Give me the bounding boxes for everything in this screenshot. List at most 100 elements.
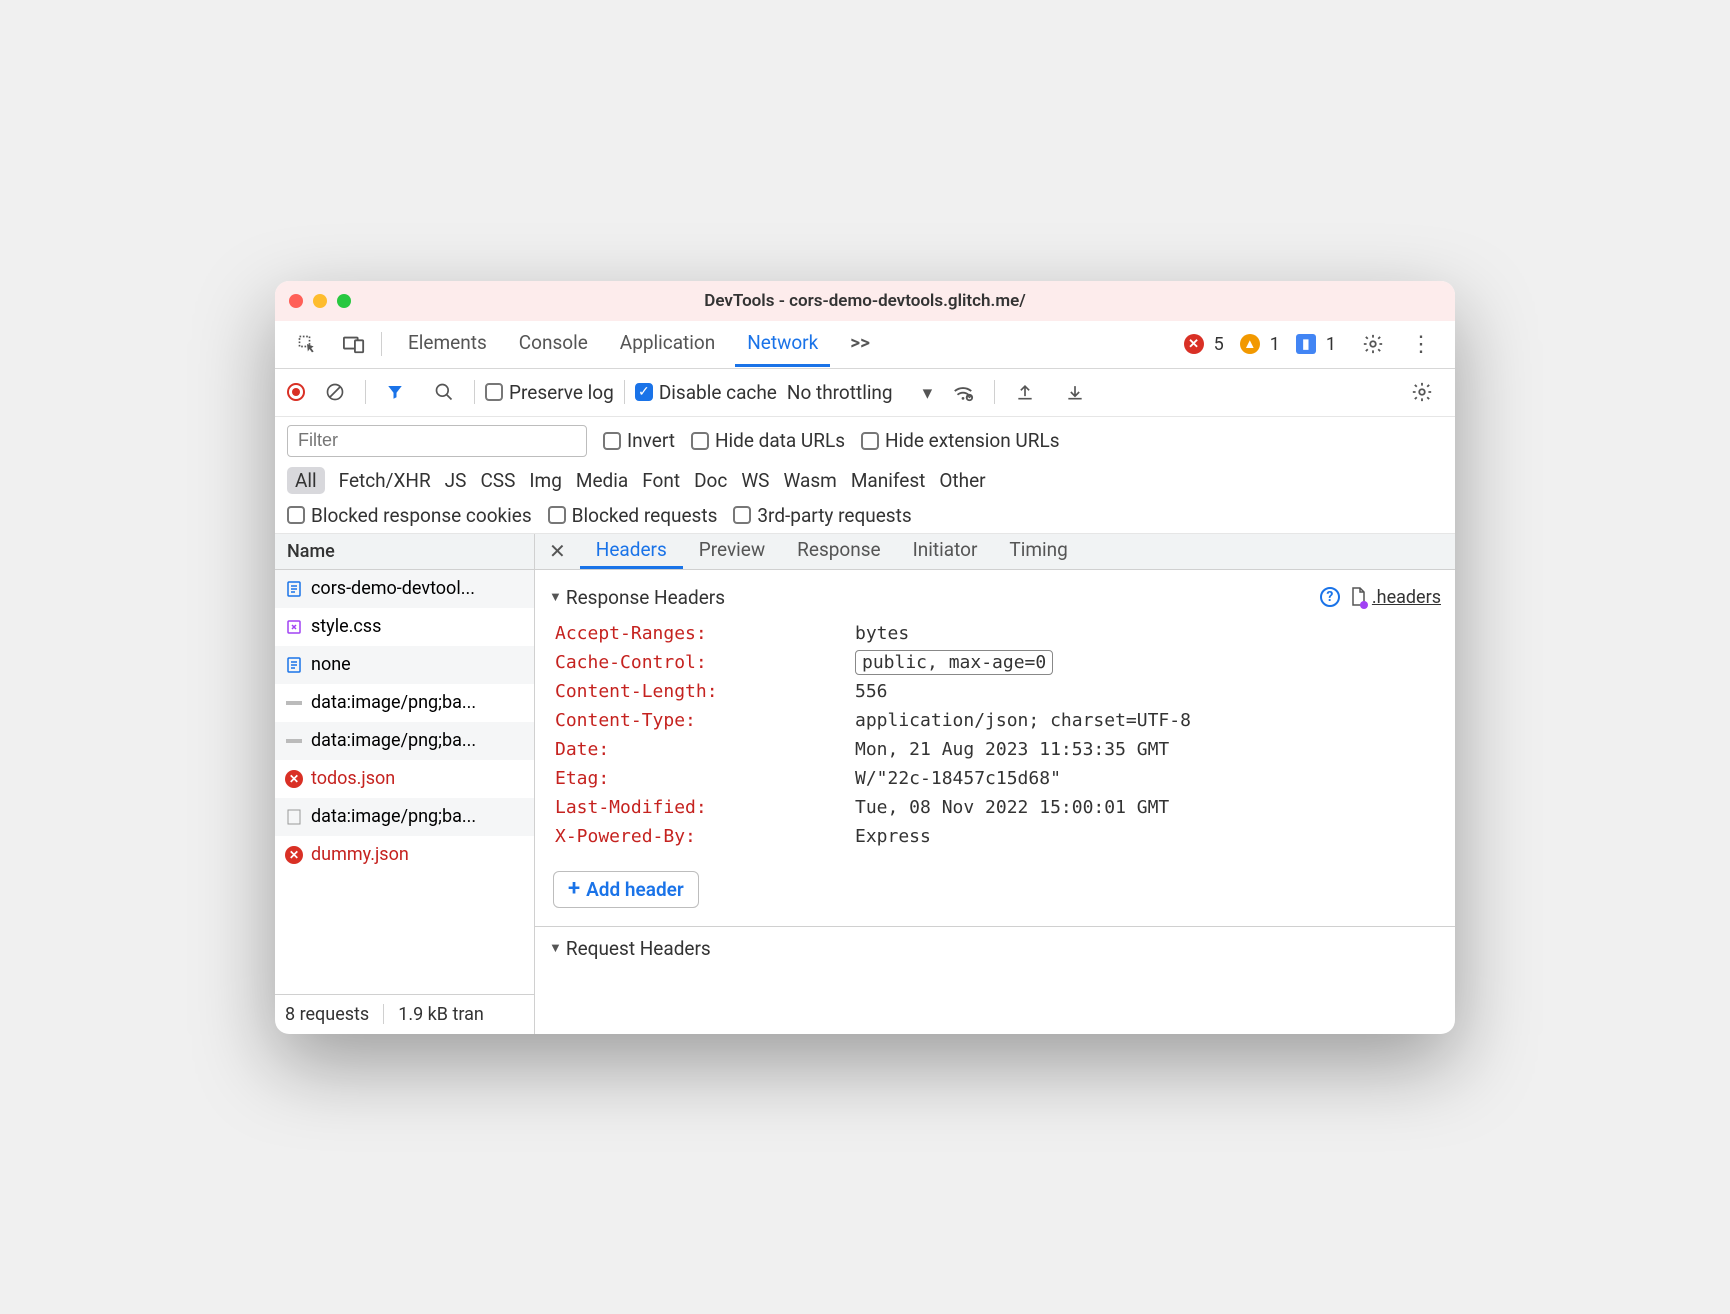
filter-toggle-icon[interactable] xyxy=(376,377,414,407)
divider xyxy=(474,380,475,404)
disclosure-triangle-icon: ▼ xyxy=(549,940,562,956)
divider xyxy=(365,380,366,404)
header-row: Cache-Control:public, max-age=0 xyxy=(555,648,1441,677)
filter-type-fetch[interactable]: Fetch/XHR xyxy=(339,469,431,492)
download-har-icon[interactable] xyxy=(1055,376,1095,408)
upload-har-icon[interactable] xyxy=(1005,376,1045,408)
tab-application[interactable]: Application xyxy=(608,321,727,367)
stylesheet-icon xyxy=(285,618,303,636)
header-value: Tue, 08 Nov 2022 15:00:01 GMT xyxy=(855,797,1441,818)
request-name: data:image/png;ba... xyxy=(311,692,476,713)
zoom-window-icon[interactable] xyxy=(337,294,351,308)
add-header-button[interactable]: + Add header xyxy=(553,871,699,908)
invert-checkbox[interactable]: Invert xyxy=(603,429,675,452)
filter-type-img[interactable]: Img xyxy=(529,469,562,492)
window-titlebar: DevTools - cors-demo-devtools.glitch.me/ xyxy=(275,281,1455,321)
filter-type-other[interactable]: Other xyxy=(939,469,985,492)
request-name: none xyxy=(311,654,351,675)
header-name: X-Powered-By: xyxy=(555,826,855,847)
request-row[interactable]: data:image/png;ba... xyxy=(275,722,534,760)
detail-tab-initiator[interactable]: Initiator xyxy=(897,534,994,570)
header-name: Last-Modified: xyxy=(555,797,855,818)
request-headers-section[interactable]: ▼ Request Headers xyxy=(535,927,1455,966)
detail-tabs: ✕ Headers Preview Response Initiator Tim… xyxy=(535,534,1455,570)
hide-extension-urls-checkbox[interactable]: Hide extension URLs xyxy=(861,429,1060,452)
inspect-element-icon[interactable] xyxy=(287,328,327,360)
document-icon xyxy=(285,656,303,674)
header-value: W/"22c-18457c15d68" xyxy=(855,768,1441,789)
request-row[interactable]: ✕dummy.json xyxy=(275,836,534,874)
hide-data-urls-checkbox[interactable]: Hide data URLs xyxy=(691,429,845,452)
header-value[interactable]: public, max-age=0 xyxy=(855,652,1441,673)
filter-type-font[interactable]: Font xyxy=(642,469,680,492)
filter-type-manifest[interactable]: Manifest xyxy=(851,469,926,492)
header-name: Cache-Control: xyxy=(555,652,855,673)
response-headers-title: Response Headers xyxy=(566,586,725,609)
help-icon[interactable]: ? xyxy=(1320,587,1340,607)
search-icon[interactable] xyxy=(424,376,464,408)
detail-tab-response[interactable]: Response xyxy=(781,534,896,570)
header-name: Content-Type: xyxy=(555,710,855,731)
header-value: 556 xyxy=(855,681,1441,702)
detail-tab-preview[interactable]: Preview xyxy=(683,534,781,570)
warning-count[interactable]: 1 xyxy=(1270,334,1280,355)
filter-type-doc[interactable]: Doc xyxy=(694,469,727,492)
network-settings-icon[interactable] xyxy=(1401,375,1443,409)
detail-tab-headers[interactable]: Headers xyxy=(580,534,683,570)
more-options-icon[interactable]: ⋮ xyxy=(1400,326,1443,363)
request-row[interactable]: cors-demo-devtool... xyxy=(275,570,534,608)
tab-network[interactable]: Network xyxy=(735,321,830,367)
clear-icon[interactable] xyxy=(315,376,355,408)
response-headers-section[interactable]: ▼ Response Headers ? .headers xyxy=(535,580,1455,615)
close-detail-icon[interactable]: ✕ xyxy=(535,539,580,563)
blocked-response-cookies-checkbox[interactable]: Blocked response cookies xyxy=(287,504,532,527)
disable-cache-label: Disable cache xyxy=(659,381,777,404)
divider xyxy=(381,332,382,356)
network-conditions-icon[interactable] xyxy=(942,376,984,408)
filter-type-ws[interactable]: WS xyxy=(741,469,769,492)
filter-type-media[interactable]: Media xyxy=(576,469,628,492)
tab-console[interactable]: Console xyxy=(507,321,600,367)
divider xyxy=(624,380,625,404)
filter-type-all[interactable]: All xyxy=(287,467,325,494)
preserve-log-checkbox[interactable]: Preserve log xyxy=(485,381,614,404)
column-header-name[interactable]: Name xyxy=(275,534,534,570)
issue-badge-icon[interactable]: ▮ xyxy=(1296,334,1316,354)
throttling-value: No throttling xyxy=(787,381,893,404)
error-count[interactable]: 5 xyxy=(1214,334,1224,355)
disable-cache-checkbox[interactable]: ✓Disable cache xyxy=(635,381,777,404)
override-file-link[interactable]: .headers xyxy=(1372,587,1441,608)
request-row[interactable]: ✕todos.json xyxy=(275,760,534,798)
request-row[interactable]: data:image/png;ba... xyxy=(275,798,534,836)
request-row[interactable]: style.css xyxy=(275,608,534,646)
device-toolbar-icon[interactable] xyxy=(333,328,375,360)
preserve-log-label: Preserve log xyxy=(509,381,614,404)
detail-tab-timing[interactable]: Timing xyxy=(993,534,1083,570)
filter-type-css[interactable]: CSS xyxy=(480,469,515,492)
minimize-window-icon[interactable] xyxy=(313,294,327,308)
tab-elements[interactable]: Elements xyxy=(396,321,499,367)
third-party-requests-checkbox[interactable]: 3rd-party requests xyxy=(733,504,911,527)
override-file-icon[interactable] xyxy=(1350,587,1366,607)
traffic-lights xyxy=(289,294,351,308)
filter-input[interactable] xyxy=(287,425,587,457)
close-window-icon[interactable] xyxy=(289,294,303,308)
settings-icon[interactable] xyxy=(1352,327,1394,361)
header-name: Date: xyxy=(555,739,855,760)
request-row[interactable]: none xyxy=(275,646,534,684)
issue-count[interactable]: 1 xyxy=(1326,334,1336,355)
header-value: Express xyxy=(855,826,1441,847)
request-row[interactable]: data:image/png;ba... xyxy=(275,684,534,722)
image-icon xyxy=(285,808,303,826)
filter-type-wasm[interactable]: Wasm xyxy=(783,469,836,492)
request-name: todos.json xyxy=(311,768,395,789)
blocked-requests-checkbox[interactable]: Blocked requests xyxy=(548,504,718,527)
more-tabs-icon[interactable]: >> xyxy=(838,321,882,367)
warning-badge-icon[interactable]: ▲ xyxy=(1240,334,1260,354)
throttling-select[interactable]: No throttling ▾ xyxy=(787,381,932,404)
error-badge-icon[interactable]: ✕ xyxy=(1184,334,1204,354)
disclosure-triangle-icon: ▼ xyxy=(549,589,562,605)
filter-type-js[interactable]: JS xyxy=(445,469,467,492)
record-icon[interactable] xyxy=(287,383,305,401)
header-row: Etag:W/"22c-18457c15d68" xyxy=(555,764,1441,793)
